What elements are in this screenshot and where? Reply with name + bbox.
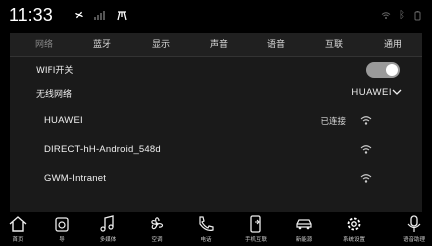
car-icon <box>296 219 312 230</box>
phone-icon <box>199 216 214 231</box>
settings-tab-bar: 网络 蓝牙 显示 声音 语音 互联 通用 <box>10 33 422 57</box>
toggle-knob <box>386 64 398 76</box>
dock-label: 新能源 <box>295 237 313 243</box>
tab-voice[interactable]: 语音 <box>267 33 285 57</box>
dock-label: 多媒体 <box>99 237 117 243</box>
fan-icon <box>75 11 83 19</box>
fan-icon <box>151 217 164 230</box>
network-item-huawei[interactable]: HUAWEI 已连接 <box>10 110 422 134</box>
status-bar: 11:33 ᛒ <box>0 0 432 30</box>
dock-home[interactable]: 首页 <box>0 214 38 243</box>
selected-network[interactable]: HUAWEI <box>351 87 392 98</box>
bluetooth-status-icon: ᛒ <box>399 10 405 21</box>
wifi-signal-icon <box>360 116 372 125</box>
tab-sound[interactable]: 声音 <box>210 33 228 57</box>
phone-link-icon <box>250 215 261 233</box>
dock-phone-link[interactable]: 手机互联 <box>236 214 276 243</box>
music-note-icon <box>100 215 114 232</box>
network-item-gwm[interactable]: GWM-Intranet <box>10 168 422 192</box>
wireless-network-row[interactable]: 无线网络 HUAWEI <box>10 82 422 106</box>
dock-navigation[interactable]: 导 <box>42 214 82 243</box>
antenna-icon <box>117 11 127 21</box>
wifi-toggle-label: WIFI开关 <box>36 66 74 76</box>
wifi-toggle[interactable] <box>366 62 400 78</box>
wifi-toggle-row: WIFI开关 <box>10 58 422 82</box>
chevron-down-icon[interactable] <box>392 87 402 97</box>
dock-media[interactable]: 多媒体 <box>88 214 128 243</box>
navigation-icon <box>55 217 69 232</box>
gear-icon <box>347 217 361 231</box>
home-icon <box>9 216 27 232</box>
dock-label: 系统设置 <box>342 237 365 243</box>
network-name: HUAWEI <box>44 115 83 126</box>
tab-display[interactable]: 显示 <box>152 33 170 57</box>
network-name: DIRECT-hH-Android_548d <box>44 144 161 155</box>
tab-bluetooth[interactable]: 蓝牙 <box>93 33 111 57</box>
network-item-direct[interactable]: DIRECT-hH-Android_548d <box>10 139 422 163</box>
dock-label: 手机互联 <box>244 237 267 243</box>
dock-voice-assistant[interactable]: 语音助理 <box>394 214 432 243</box>
dock-new-energy[interactable]: 新能源 <box>284 214 324 243</box>
wifi-signal-icon <box>360 174 372 183</box>
tab-connect[interactable]: 互联 <box>325 33 343 57</box>
dock-label: 导 <box>59 237 65 243</box>
signal-bars-icon <box>94 11 105 20</box>
dock-label: 首页 <box>12 237 24 243</box>
network-settings-panel: WIFI开关 无线网络 HUAWEI HUAWEI 已连接 DIRECT-hH-… <box>10 57 422 212</box>
dock-system-settings[interactable]: 系统设置 <box>334 214 374 243</box>
dock-label: 空调 <box>151 237 163 243</box>
dock-phone[interactable]: 电话 <box>186 214 226 243</box>
clock: 11:33 <box>9 5 53 25</box>
battery-status-icon <box>414 10 421 20</box>
wifi-signal-icon <box>360 145 372 154</box>
connection-status: 已连接 <box>320 117 346 127</box>
microphone-icon <box>407 215 421 232</box>
tab-network[interactable]: 网络 <box>35 33 53 57</box>
tab-general[interactable]: 通用 <box>384 33 402 57</box>
bottom-dock: 首页 导 多媒体 空调 电话 手机互联 新能源 系统设置 语音助理 <box>0 212 432 246</box>
wifi-status-icon <box>381 12 391 19</box>
wireless-network-label: 无线网络 <box>36 90 73 100</box>
dock-label: 电话 <box>200 237 212 243</box>
network-name: GWM-Intranet <box>44 173 107 184</box>
dock-label: 语音助理 <box>402 237 425 243</box>
dock-climate[interactable]: 空调 <box>137 214 177 243</box>
